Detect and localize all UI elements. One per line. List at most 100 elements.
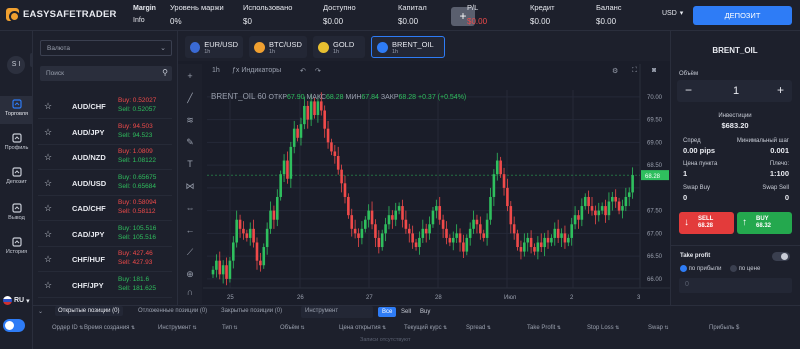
candle: [391, 215, 394, 220]
tab-pending-positions[interactable]: Отложенные позиции (0): [138, 308, 207, 314]
star-icon[interactable]: ☆: [44, 254, 52, 265]
volume-value[interactable]: 1: [733, 85, 739, 97]
candle: [472, 219, 475, 229]
margin-info-link[interactable]: Margin Info: [133, 3, 156, 27]
settings-icon[interactable]: ⚙: [612, 67, 618, 75]
column-header[interactable]: Тип ⇅: [222, 325, 238, 331]
undo-icon[interactable]: ↶: [300, 67, 306, 75]
candle: [424, 228, 428, 234]
theme-toggle[interactable]: [3, 319, 25, 332]
column-header[interactable]: Ордер ID ⇅: [52, 325, 83, 331]
tab-gold[interactable]: GOLD 1h: [313, 36, 365, 58]
nav-item-2[interactable]: Депозит: [0, 164, 33, 192]
timeframe-button[interactable]: 1h: [212, 67, 220, 74]
star-icon[interactable]: ☆: [44, 127, 52, 138]
nav-item-3[interactable]: Вывод: [0, 200, 33, 228]
candle: [431, 210, 435, 225]
flag-icon: [3, 296, 12, 305]
tab-eur-usd[interactable]: EUR/USD 1h: [185, 36, 243, 58]
column-header[interactable]: Swap ⇅: [648, 325, 669, 331]
column-header[interactable]: Take Profit ⇅: [527, 325, 561, 331]
buy-button[interactable]: ↑ BUY 68.32: [737, 212, 792, 234]
chart-svg[interactable]: 70.00 69.50 69.00 68.50 68.28 67.50 67.00 66.50…: [203, 64, 670, 304]
tab-btc-usd[interactable]: BTC/USD 1h: [249, 36, 307, 58]
magnet-icon[interactable]: ∩: [184, 286, 196, 298]
tp-input[interactable]: 0: [679, 278, 792, 293]
candle: [502, 174, 506, 188]
candle: [272, 210, 276, 220]
star-icon[interactable]: ☆: [44, 203, 52, 214]
redo-icon[interactable]: ↷: [315, 67, 321, 75]
currency-select[interactable]: USD ▾: [662, 9, 683, 18]
sell-button[interactable]: ↓ SELL 68.28: [679, 212, 734, 234]
column-header[interactable]: Время создания ⇅: [84, 325, 135, 331]
column-header[interactable]: Цена открытия ⇅: [339, 325, 386, 331]
asset-row[interactable]: ☆ CAD/CHF Buy: 0.58094 Sell: 0.58112: [38, 196, 172, 221]
star-icon[interactable]: ☆: [44, 280, 52, 291]
filter-buy-button[interactable]: Buy: [416, 307, 434, 317]
brush-icon[interactable]: ✎: [184, 136, 196, 148]
asset-row[interactable]: ☆ AUD/JPY Buy: 94.503 Sell: 94.523: [38, 120, 172, 145]
column-header[interactable]: Spread ⇅: [466, 325, 491, 331]
text-icon[interactable]: T: [184, 158, 196, 170]
nav-item-0[interactable]: Торговля: [0, 96, 33, 124]
fullscreen-icon[interactable]: ⛶: [632, 67, 637, 75]
ruler-icon[interactable]: ⟋: [184, 246, 196, 258]
candle: [407, 228, 411, 234]
sort-icon: ⇅: [663, 325, 669, 331]
asset-row[interactable]: ☆ CHF/HUF Buy: 427.46 Sell: 427.93: [38, 247, 172, 272]
tab-brent_oil[interactable]: BRENT_OIL 1h: [371, 36, 445, 58]
asset-row[interactable]: ☆ AUD/CHF Buy: 0.52027 Sell: 0.52057: [38, 94, 172, 119]
indicators-button[interactable]: ƒx Индикаторы: [232, 67, 281, 74]
swapsell-label: Swap Sell: [762, 185, 789, 191]
deposit-button[interactable]: ДЕПОЗИТ: [693, 6, 792, 25]
volume-stepper[interactable]: − 1 +: [677, 80, 792, 102]
camera-icon[interactable]: ◙: [652, 67, 656, 74]
nav-item-1[interactable]: Профиль: [0, 130, 33, 158]
column-header[interactable]: Текущий курс ⇅: [404, 325, 447, 331]
filter-sell-button[interactable]: Sell: [397, 307, 415, 317]
tp-option-price[interactable]: по цене: [730, 265, 760, 272]
pattern-icon[interactable]: ⋈: [184, 180, 196, 192]
crosshair-icon[interactable]: +: [184, 70, 196, 82]
takeprofit-toggle[interactable]: [772, 252, 790, 261]
instrument-filter-input[interactable]: Инструмент: [301, 306, 373, 318]
zoom-icon[interactable]: ⊕: [184, 268, 196, 280]
logo[interactable]: EASYSAFETRADER: [6, 8, 117, 22]
filter-all-button[interactable]: Все: [378, 307, 397, 317]
category-select[interactable]: Валюта ⌄: [40, 40, 172, 56]
plus-button[interactable]: +: [777, 83, 784, 97]
candle: [336, 156, 340, 170]
star-icon[interactable]: ☆: [44, 178, 52, 189]
tab-open-positions[interactable]: Открытые позиции (0): [55, 306, 123, 316]
measure-icon[interactable]: ⇔: [184, 202, 196, 214]
language-select[interactable]: RU ▾: [3, 296, 30, 305]
column-label: Инструмент: [158, 325, 192, 331]
price-chart[interactable]: 70.00 69.50 69.00 68.50 68.28 67.50 67.00 66.50…: [203, 64, 670, 304]
avatar[interactable]: S I: [7, 56, 25, 74]
column-header[interactable]: Stop Loss ⇅: [587, 325, 619, 331]
candle: [556, 228, 560, 238]
column-header[interactable]: Объём ⇅: [280, 325, 305, 331]
asset-name: AUD/NZD: [72, 153, 106, 162]
minus-button[interactable]: −: [685, 83, 692, 97]
tab-closed-positions[interactable]: Закрытые позиции (0): [221, 308, 282, 314]
column-label: Прибыль $: [709, 325, 740, 331]
asset-row[interactable]: ☆ CHF/JPY Buy: 181.6 Sell: 181.625: [38, 273, 172, 298]
star-icon[interactable]: ☆: [44, 101, 52, 112]
back-arrow-icon[interactable]: ←: [184, 224, 196, 236]
search-input[interactable]: Поиск ⚲: [40, 66, 172, 81]
column-header[interactable]: Прибыль $: [709, 325, 739, 331]
fib-icon[interactable]: ≋: [184, 114, 196, 126]
column-header[interactable]: Инструмент ⇅: [158, 325, 197, 331]
asset-row[interactable]: ☆ AUD/USD Buy: 0.65675 Sell: 0.65684: [38, 171, 172, 196]
asset-row[interactable]: ☆ CAD/JPY Buy: 105.516 Sell: 105.516: [38, 222, 172, 247]
star-icon[interactable]: ☆: [44, 152, 52, 163]
nav-item-4[interactable]: История: [0, 234, 33, 262]
asset-sell: Sell: 0.65684: [118, 182, 156, 190]
tp-option-profit[interactable]: по прибыли: [680, 265, 721, 272]
asset-row[interactable]: ☆ AUD/NZD Buy: 1.0809 Sell: 1.08122: [38, 145, 172, 170]
star-icon[interactable]: ☆: [44, 229, 52, 240]
collapse-icon[interactable]: ⌄: [38, 308, 43, 315]
trendline-icon[interactable]: ╱: [184, 92, 196, 104]
